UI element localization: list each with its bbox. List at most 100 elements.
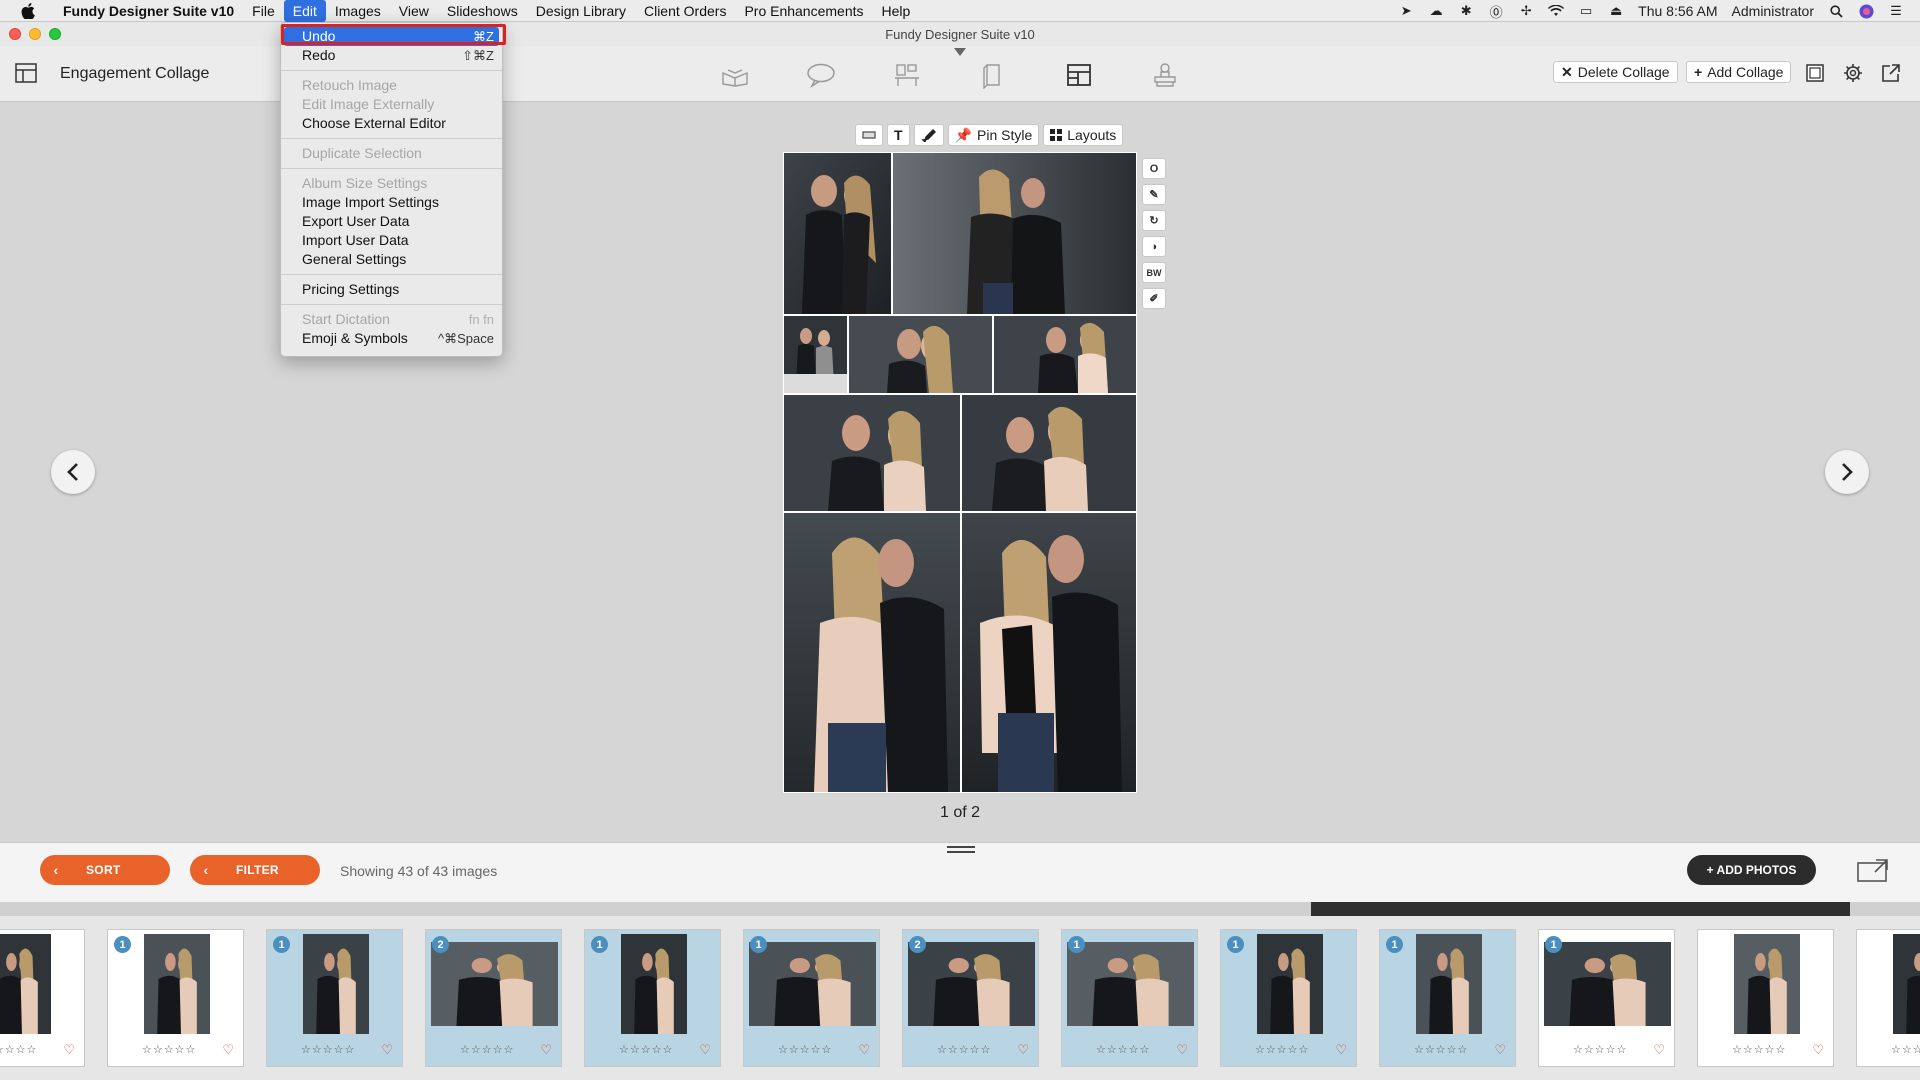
star-rating[interactable]: ☆☆☆☆☆ [1732,1043,1786,1056]
menu-item-pricing-settings[interactable]: Pricing Settings [281,280,502,299]
star-rating[interactable]: ☆☆☆☆☆ [1414,1043,1468,1056]
filmstrip-thumbnail[interactable]: 1 ☆☆☆☆☆ ♡ [1220,929,1357,1067]
star-rating[interactable]: ☆☆☆☆☆ [1573,1043,1627,1056]
collage-photo[interactable] [962,513,1136,792]
menu-design-library[interactable]: Design Library [527,0,635,22]
filmstrip-thumbnail[interactable]: 2 ☆☆☆☆☆ ♡ [902,929,1039,1067]
previous-collage-button[interactable] [51,450,95,494]
collage-layout-icon[interactable] [15,63,37,83]
next-collage-button[interactable] [1825,450,1869,494]
menu-view[interactable]: View [390,0,438,22]
circle-crop-button[interactable]: O [1142,158,1166,179]
menu-item-choose-external-editor[interactable]: Choose External Editor [281,114,502,133]
onepassword-icon[interactable]: ⓪ [1488,3,1504,20]
external-window-icon[interactable] [1879,61,1903,85]
preview-icon[interactable] [1803,61,1827,85]
filmstrip-thumbnail[interactable]: ☆☆☆☆☆ ♡ [1697,929,1834,1067]
sort-button[interactable]: ‹ SORT [40,855,170,885]
collage-photo[interactable] [784,316,847,393]
favorite-heart-icon[interactable]: ♡ [1653,1042,1665,1058]
menu-edit[interactable]: Edit [283,0,326,22]
add-collage-button[interactable]: + Add Collage [1686,61,1792,83]
favorite-heart-icon[interactable]: ♡ [1176,1042,1188,1058]
menu-item-redo[interactable]: Redo ⇧⌘Z [281,46,502,65]
panel-resize-handle[interactable] [947,846,975,853]
favorite-heart-icon[interactable]: ♡ [1017,1042,1029,1058]
filmstrip-thumbnail[interactable]: ☆☆☆☆☆ ♡ [0,929,85,1067]
window-minimize-button[interactable] [29,28,41,40]
star-rating[interactable]: ☆☆☆☆☆ [778,1043,832,1056]
menu-item-emoji-symbols[interactable]: Emoji & Symbols ^⌘Space [281,329,502,348]
menu-images[interactable]: Images [326,0,390,22]
module-album-icon[interactable] [718,60,752,90]
star-rating[interactable]: ☆☆☆☆☆ [0,1043,37,1056]
star-rating[interactable]: ☆☆☆☆☆ [937,1043,991,1056]
filmstrip-thumbnail[interactable]: 1 ☆☆☆☆☆ ♡ [266,929,403,1067]
favorite-heart-icon[interactable]: ♡ [858,1042,870,1058]
favorite-heart-icon[interactable]: ♡ [63,1042,75,1058]
menu-item-import-user-data[interactable]: Import User Data [281,231,502,250]
collage-photo[interactable] [849,316,992,393]
star-rating[interactable]: ☆☆☆☆☆ [301,1043,355,1056]
collage-photo[interactable] [893,153,1136,314]
favorite-heart-icon[interactable]: ♡ [699,1042,711,1058]
gear-status-icon[interactable]: ✱ [1458,3,1474,19]
star-rating[interactable]: ☆☆☆☆☆ [460,1043,514,1056]
bw-tool-button[interactable]: BW [1142,262,1166,283]
open-window-icon[interactable] [1856,857,1890,883]
rotate-tool-button[interactable]: ↻ [1142,210,1166,231]
collage-photo[interactable] [784,513,960,792]
menu-user[interactable]: Administrator [1732,3,1814,19]
filmstrip-thumbnail[interactable]: ☆☆☆☆☆♡ [1856,929,1920,1067]
menu-item-undo[interactable]: Undo ⌘Z [284,27,499,46]
apple-icon[interactable] [18,0,38,22]
window-zoom-button[interactable] [49,28,61,40]
menu-app-name[interactable]: Fundy Designer Suite v10 [54,0,243,22]
collage-photo[interactable] [962,395,1136,511]
filmstrip-thumbnail[interactable]: 1 ☆☆☆☆☆ ♡ [1061,929,1198,1067]
filmstrip-thumbnail[interactable]: 1 ☆☆☆☆☆ ♡ [107,929,244,1067]
module-app-icon[interactable] [1148,60,1182,90]
bluetooth-icon[interactable]: ✢ [1518,3,1534,19]
bird-status-icon[interactable]: ➤ [1398,3,1414,19]
favorite-heart-icon[interactable]: ♡ [540,1042,552,1058]
collage-photo[interactable] [784,395,960,511]
notification-center-icon[interactable]: ☰ [1888,3,1904,19]
menu-item-general-settings[interactable]: General Settings [281,250,502,269]
filter-button[interactable]: ‹ FILTER [190,855,320,885]
menu-help[interactable]: Help [873,0,920,22]
menu-pro-enhancements[interactable]: Pro Enhancements [735,0,872,22]
module-wall-designer-icon[interactable] [890,60,924,90]
airplay-icon[interactable]: ▭ [1578,3,1594,19]
favorite-heart-icon[interactable]: ♡ [1494,1042,1506,1058]
favorite-heart-icon[interactable]: ♡ [1812,1042,1824,1058]
module-card-designer-icon[interactable] [976,60,1010,90]
filmstrip-thumbnail[interactable]: 2 ☆☆☆☆☆ ♡ [425,929,562,1067]
layouts-button[interactable]: Layouts [1043,124,1124,146]
menu-item-export-user-data[interactable]: Export User Data [281,212,502,231]
filmstrip-thumbnail[interactable]: 1 ☆☆☆☆☆ ♡ [1538,929,1675,1067]
star-rating[interactable]: ☆☆☆☆☆ [619,1043,673,1056]
delete-collage-button[interactable]: ✕ Delete Collage [1553,61,1678,83]
filmstrip-scroll-thumb[interactable] [1311,902,1850,916]
filmstrip-thumbnail[interactable]: 1 ☆☆☆☆☆ ♡ [743,929,880,1067]
eyedropper-tool-button[interactable]: ✐ [1142,288,1166,309]
menu-item-image-import-settings[interactable]: Image Import Settings [281,193,502,212]
siri-icon[interactable] [1858,3,1874,19]
menu-slideshows[interactable]: Slideshows [438,0,527,22]
menu-file[interactable]: File [243,0,284,22]
menu-client-orders[interactable]: Client Orders [635,0,735,22]
favorite-heart-icon[interactable]: ♡ [1335,1042,1347,1058]
wifi-icon[interactable] [1548,3,1565,19]
color-tool-button[interactable]: ◑ [1142,236,1166,257]
eject-icon[interactable]: ⏏ [1608,3,1624,19]
collage-photo[interactable] [784,153,891,314]
star-rating[interactable]: ☆☆☆☆☆ [1255,1043,1309,1056]
menu-clock[interactable]: Thu 8:56 AM [1638,3,1717,19]
pin-style-button[interactable]: 📌 Pin Style [947,124,1040,146]
collage-photo[interactable] [994,316,1136,393]
text-tool-button[interactable]: T [887,124,910,146]
spotlight-search-icon[interactable] [1828,3,1844,19]
star-rating[interactable]: ☆☆☆☆☆ [142,1043,196,1056]
window-close-button[interactable] [9,28,21,40]
